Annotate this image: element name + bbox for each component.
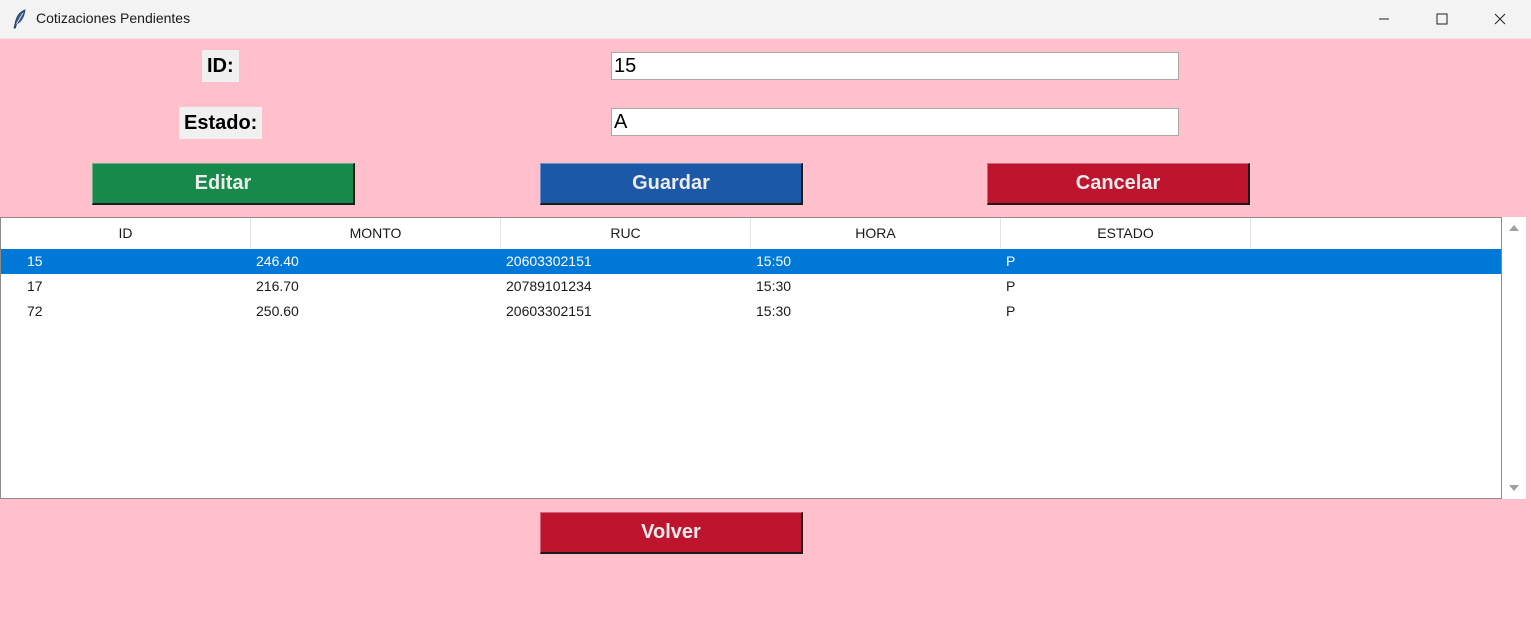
column-header-ruc[interactable]: RUC	[501, 218, 751, 248]
column-header-id[interactable]: ID	[1, 218, 251, 248]
cell-monto: 250.60	[256, 303, 299, 319]
estado-input[interactable]	[611, 108, 1179, 136]
cell-hora: 15:30	[756, 278, 792, 294]
cell-hora: 15:50	[756, 253, 792, 269]
id-input[interactable]	[611, 52, 1179, 80]
cell-estado: P	[1006, 253, 1016, 269]
scroll-down-icon[interactable]	[1508, 483, 1520, 493]
feather-icon	[12, 9, 28, 29]
column-header-monto[interactable]: MONTO	[251, 218, 501, 248]
cell-id: 15	[27, 253, 43, 269]
cell-ruc: 20603302151	[506, 303, 592, 319]
cancelar-button[interactable]: Cancelar	[987, 163, 1250, 205]
cell-hora: 15:30	[756, 303, 792, 319]
window-title: Cotizaciones Pendientes	[36, 10, 191, 26]
cell-estado: P	[1006, 303, 1016, 319]
cell-id: 72	[27, 303, 43, 319]
column-header-hora[interactable]: HORA	[751, 218, 1001, 248]
maximize-icon	[1436, 13, 1448, 25]
table-header: ID MONTO RUC HORA ESTADO	[1, 218, 1501, 248]
cotizaciones-table[interactable]: ID MONTO RUC HORA ESTADO 15 246.40 20603…	[0, 217, 1502, 499]
cell-ruc: 20789101234	[506, 278, 592, 294]
cell-monto: 216.70	[256, 278, 299, 294]
estado-label: Estado:	[179, 107, 263, 139]
editar-button[interactable]: Editar	[92, 163, 355, 205]
volver-button[interactable]: Volver	[540, 512, 803, 554]
minimize-icon	[1379, 18, 1389, 20]
cell-estado: P	[1006, 278, 1016, 294]
table-row[interactable]: 15 246.40 20603302151 15:50 P	[1, 249, 1501, 274]
close-icon	[1494, 13, 1506, 25]
table-scrollbar[interactable]	[1502, 217, 1526, 499]
cell-id: 17	[27, 278, 43, 294]
cell-ruc: 20603302151	[506, 253, 592, 269]
id-label: ID:	[202, 50, 239, 82]
maximize-button[interactable]	[1413, 0, 1471, 38]
guardar-button[interactable]: Guardar	[540, 163, 803, 205]
minimize-button[interactable]	[1355, 0, 1413, 38]
close-button[interactable]	[1471, 0, 1529, 38]
cell-monto: 246.40	[256, 253, 299, 269]
title-bar: Cotizaciones Pendientes	[0, 0, 1531, 39]
column-header-estado[interactable]: ESTADO	[1001, 218, 1251, 248]
table-row[interactable]: 17 216.70 20789101234 15:30 P	[1, 274, 1501, 299]
scroll-up-icon[interactable]	[1508, 223, 1520, 233]
table-row[interactable]: 72 250.60 20603302151 15:30 P	[1, 299, 1501, 324]
